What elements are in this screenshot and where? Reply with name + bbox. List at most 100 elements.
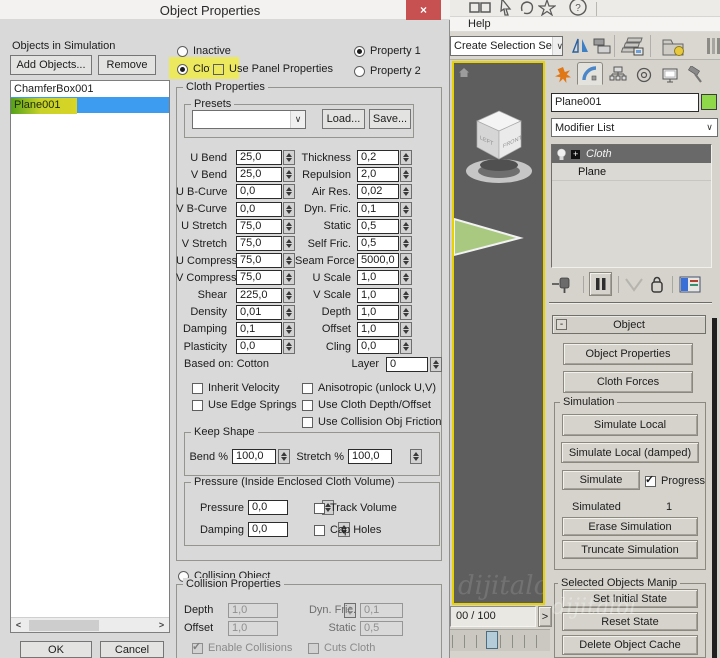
spinner-up-arrow[interactable] xyxy=(403,239,409,243)
param-input-right[interactable]: 2,0 xyxy=(357,167,399,182)
spinner[interactable] xyxy=(400,167,412,182)
spinner-down-arrow[interactable] xyxy=(403,296,409,300)
spinner[interactable] xyxy=(400,184,412,199)
cloth-forces-button[interactable]: Cloth Forces xyxy=(563,371,693,393)
lasso-icon[interactable] xyxy=(518,0,536,17)
use-collision-friction-checkbox[interactable] xyxy=(302,417,313,428)
spinner[interactable] xyxy=(400,236,412,251)
spinner[interactable] xyxy=(283,236,295,251)
spinner-up-arrow[interactable] xyxy=(286,239,292,243)
layer-input[interactable]: 0 xyxy=(386,357,428,372)
delete-object-cache-button[interactable]: Delete Object Cache xyxy=(562,635,698,655)
spinner-down-arrow[interactable] xyxy=(403,330,409,334)
viewcube[interactable]: LEFT FRONT xyxy=(462,105,536,191)
spinner-down-arrow[interactable] xyxy=(286,261,292,265)
spinner[interactable] xyxy=(283,219,295,234)
tab-modify[interactable] xyxy=(577,62,603,85)
tab-create[interactable] xyxy=(550,63,576,86)
scroll-right-arrow[interactable]: > xyxy=(154,618,169,632)
ok-button[interactable]: OK xyxy=(20,641,92,658)
spinner-up-arrow[interactable] xyxy=(403,205,409,209)
param-input-left[interactable]: 0,0 xyxy=(236,184,282,199)
spinner-up-arrow[interactable] xyxy=(403,308,409,312)
param-input-left[interactable]: 25,0 xyxy=(236,150,282,165)
show-end-result-button[interactable] xyxy=(589,272,612,296)
spinner-up-arrow[interactable] xyxy=(403,291,409,295)
modifier-list-combobox[interactable]: Modifier List ∨ xyxy=(551,118,718,137)
cloth-radio[interactable] xyxy=(177,64,188,75)
spinner-down-arrow[interactable] xyxy=(286,158,292,162)
tab-motion[interactable] xyxy=(631,63,657,86)
param-input-left[interactable]: 25,0 xyxy=(236,167,282,182)
param-input-left[interactable]: 75,0 xyxy=(236,253,282,268)
render-setup-icon[interactable] xyxy=(705,35,720,58)
spinner-up-arrow[interactable] xyxy=(286,325,292,329)
spinner-down-arrow[interactable] xyxy=(403,278,409,282)
spinner-down-arrow[interactable] xyxy=(286,175,292,179)
spinner[interactable] xyxy=(400,305,412,320)
mirror-icon[interactable] xyxy=(570,36,591,56)
param-input-left[interactable]: 0,0 xyxy=(236,339,282,354)
cancel-button[interactable]: Cancel xyxy=(100,641,164,658)
spinner-down-arrow[interactable] xyxy=(403,210,409,214)
star-icon[interactable] xyxy=(538,0,556,17)
param-input-right[interactable]: 0,2 xyxy=(357,150,399,165)
selection-set-combobox[interactable]: Create Selection Se ∨ xyxy=(450,36,563,56)
spinner[interactable] xyxy=(400,270,412,285)
spinner[interactable] xyxy=(400,253,412,268)
close-button[interactable]: × xyxy=(406,0,441,20)
scroll-thumb[interactable] xyxy=(29,620,99,631)
spinner-up-arrow[interactable] xyxy=(403,170,409,174)
modifier-stack-item-plane[interactable]: Plane xyxy=(552,163,711,181)
spinner-down-arrow[interactable] xyxy=(403,158,409,162)
anisotropic-checkbox[interactable] xyxy=(302,383,313,394)
simulate-local-damped-button[interactable]: Simulate Local (damped) xyxy=(561,442,699,463)
spinner-down-arrow[interactable] xyxy=(286,192,292,196)
spinner-down-arrow[interactable] xyxy=(403,192,409,196)
curve-editor-icon[interactable] xyxy=(660,35,688,58)
spinner-down-arrow[interactable] xyxy=(286,347,292,351)
spinner[interactable] xyxy=(400,322,412,337)
param-input-right[interactable]: 1,0 xyxy=(357,270,399,285)
use-panel-properties-checkbox[interactable] xyxy=(213,64,224,75)
object-properties-button[interactable]: Object Properties xyxy=(563,343,693,365)
spinner[interactable] xyxy=(283,270,295,285)
spinner-up-arrow[interactable] xyxy=(403,273,409,277)
pressure-input[interactable]: 0,0 xyxy=(248,500,288,515)
spinner-up-arrow[interactable] xyxy=(286,170,292,174)
collapse-icon[interactable]: - xyxy=(556,319,567,330)
list-item-selected[interactable]: Plane001 xyxy=(11,97,169,113)
param-input-left[interactable]: 75,0 xyxy=(236,236,282,251)
param-input-right[interactable]: 0,02 xyxy=(357,184,399,199)
bend-input[interactable]: 100,0 xyxy=(232,449,276,464)
spinner-down-arrow[interactable] xyxy=(286,278,292,282)
viewport[interactable]: LEFT FRONT dijitalol xyxy=(452,61,545,605)
expand-subobjects-icon[interactable]: + xyxy=(571,150,580,159)
object-color-swatch[interactable] xyxy=(701,94,717,110)
next-frame-button[interactable]: > xyxy=(538,606,552,627)
spinner[interactable] xyxy=(400,339,412,354)
spinner-up-arrow[interactable] xyxy=(403,325,409,329)
param-input-left[interactable]: 0,0 xyxy=(236,202,282,217)
spinner-up-arrow[interactable] xyxy=(286,256,292,260)
spinner[interactable] xyxy=(283,253,295,268)
add-objects-button[interactable]: Add Objects... xyxy=(10,55,92,75)
spinner-up-arrow[interactable] xyxy=(286,273,292,277)
use-cloth-depth-checkbox[interactable] xyxy=(302,400,313,411)
spinner-down-arrow[interactable] xyxy=(403,313,409,317)
object-name-field[interactable]: Plane001 xyxy=(551,93,699,112)
inherit-velocity-checkbox[interactable] xyxy=(192,383,203,394)
help-icon[interactable]: ? xyxy=(568,0,588,17)
spinner[interactable] xyxy=(400,219,412,234)
spinner-up-arrow[interactable] xyxy=(403,153,409,157)
spinner-up-arrow[interactable] xyxy=(286,308,292,312)
spinner[interactable] xyxy=(410,449,422,464)
spinner-up-arrow[interactable] xyxy=(286,153,292,157)
spinner-down-arrow[interactable] xyxy=(403,244,409,248)
tab-hierarchy[interactable] xyxy=(605,63,631,86)
modifier-stack-item-cloth[interactable]: + Cloth xyxy=(552,145,711,163)
spinner-down-arrow[interactable] xyxy=(403,227,409,231)
param-input-right[interactable]: 1,0 xyxy=(357,322,399,337)
spinner[interactable] xyxy=(283,322,295,337)
simulate-button[interactable]: Simulate xyxy=(562,470,640,490)
